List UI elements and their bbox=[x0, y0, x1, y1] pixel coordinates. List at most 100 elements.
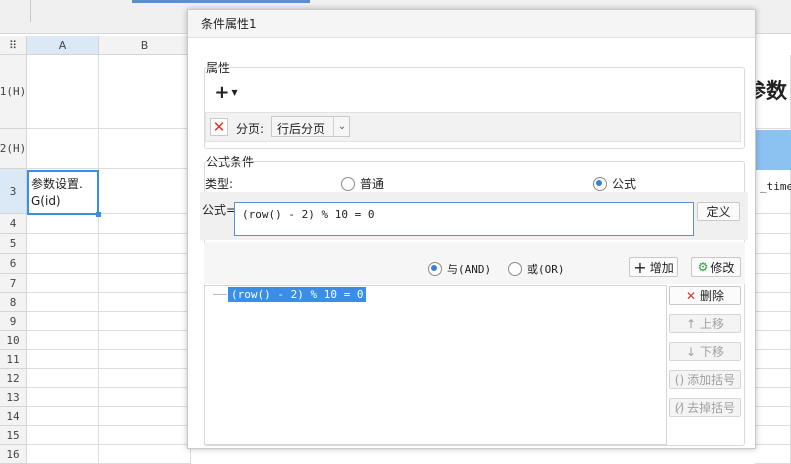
sheet-cell[interactable] bbox=[755, 426, 791, 445]
logic-radio-or[interactable]: 或(OR) bbox=[508, 261, 565, 277]
sheet-cell[interactable] bbox=[755, 407, 791, 426]
add-property-button[interactable]: + ▼ bbox=[211, 82, 241, 103]
modify-button[interactable]: ⚙ 修改 bbox=[691, 257, 741, 277]
define-button[interactable]: 定义 bbox=[697, 202, 740, 221]
sheet-cell[interactable] bbox=[755, 293, 791, 312]
sheet-cell[interactable] bbox=[99, 350, 191, 369]
type-radio-formula[interactable]: 公式 bbox=[593, 175, 636, 192]
formula-input[interactable]: (row() - 2) % 10 = 0 bbox=[234, 202, 694, 236]
plus-icon: + bbox=[633, 257, 647, 277]
sheet-cell[interactable] bbox=[27, 445, 99, 464]
sheet-cell[interactable] bbox=[27, 369, 99, 388]
sheet-cell[interactable] bbox=[27, 293, 99, 312]
sheet-cell[interactable] bbox=[27, 388, 99, 407]
condition-list[interactable]: (row() - 2) % 10 = 0 bbox=[204, 285, 667, 445]
toolbar-divider bbox=[30, 0, 31, 22]
sheet-cell[interactable] bbox=[755, 445, 791, 464]
sheet-cell[interactable] bbox=[27, 426, 99, 445]
logic-or-label: 或(OR) bbox=[527, 263, 565, 276]
sheet-cell[interactable] bbox=[27, 214, 99, 234]
sheet-cell[interactable] bbox=[27, 350, 99, 369]
sheet-cell[interactable] bbox=[99, 129, 191, 169]
add-condition-label: 增加 bbox=[649, 260, 674, 275]
type-radio-normal[interactable]: 普通 bbox=[341, 175, 384, 192]
tree-line bbox=[213, 294, 227, 295]
sheet-cell[interactable] bbox=[99, 214, 191, 234]
modify-label: 修改 bbox=[710, 260, 735, 275]
cell-a3[interactable]: 参数设置. G(id) bbox=[27, 170, 99, 215]
remove-property-icon[interactable]: ✕ bbox=[210, 118, 228, 136]
radio-icon bbox=[341, 176, 355, 191]
sheet-cell[interactable] bbox=[27, 55, 99, 129]
row-header[interactable]: 14 bbox=[0, 407, 27, 426]
chevron-down-icon: ▼ bbox=[231, 88, 238, 97]
sheet-cell[interactable] bbox=[99, 426, 191, 445]
row-header[interactable]: 10 bbox=[0, 331, 27, 350]
sheet-cell[interactable] bbox=[99, 369, 191, 388]
sheet-cell[interactable] bbox=[99, 169, 191, 214]
sheet-cell[interactable] bbox=[27, 234, 99, 254]
sheet-cell[interactable] bbox=[755, 274, 791, 293]
row-header[interactable]: 13 bbox=[0, 388, 27, 407]
type-label: 类型: bbox=[205, 177, 234, 191]
logic-and-label: 与(AND) bbox=[447, 263, 492, 276]
move-up-button[interactable]: ↑ 上移 bbox=[669, 314, 741, 333]
row-header[interactable]: 4 bbox=[0, 214, 27, 234]
sheet-cell[interactable] bbox=[99, 388, 191, 407]
sheet-cell[interactable] bbox=[99, 445, 191, 464]
row-header[interactable]: 12 bbox=[0, 369, 27, 388]
row-header[interactable]: 6 bbox=[0, 254, 27, 274]
chevron-down-icon: ⌄ bbox=[333, 117, 350, 136]
sheet-cell[interactable] bbox=[99, 293, 191, 312]
sheet-cell[interactable] bbox=[99, 312, 191, 331]
radio-selected-icon bbox=[428, 262, 442, 276]
row-header[interactable]: 2(H) bbox=[0, 129, 27, 169]
paging-select-value: 行后分页 bbox=[277, 122, 326, 136]
sheet-cell[interactable] bbox=[99, 274, 191, 293]
add-condition-button[interactable]: + 增加 bbox=[629, 257, 678, 277]
move-down-button[interactable]: ↓ 下移 bbox=[669, 342, 741, 361]
sheet-cell[interactable] bbox=[99, 55, 191, 129]
sheet-cell[interactable] bbox=[755, 369, 791, 388]
column-header-b[interactable]: B bbox=[99, 36, 191, 55]
sheet-cell[interactable] bbox=[27, 274, 99, 293]
logic-radio-and[interactable]: 与(AND) bbox=[428, 261, 491, 277]
row-header[interactable]: 8 bbox=[0, 293, 27, 312]
sheet-cell[interactable] bbox=[755, 350, 791, 369]
row-header[interactable]: 15 bbox=[0, 426, 27, 445]
sheet-cell[interactable] bbox=[99, 234, 191, 254]
remove-bracket-label: 去掉括号 bbox=[687, 401, 736, 415]
sheet-cell[interactable] bbox=[27, 254, 99, 274]
formula-label: 公式= bbox=[202, 203, 237, 217]
sheet-cell[interactable] bbox=[27, 331, 99, 350]
sheet-cell[interactable] bbox=[99, 254, 191, 274]
sheet-cell[interactable] bbox=[755, 214, 791, 234]
row-header[interactable]: 7 bbox=[0, 274, 27, 293]
column-header-a[interactable]: A bbox=[27, 36, 99, 55]
row-header[interactable]: 11 bbox=[0, 350, 27, 369]
sheet-cell[interactable] bbox=[99, 331, 191, 350]
row-header[interactable]: 5 bbox=[0, 234, 27, 254]
add-bracket-button[interactable]: () 添加括号 bbox=[669, 370, 741, 389]
fill-handle[interactable] bbox=[96, 212, 101, 217]
row-header[interactable]: 16 bbox=[0, 445, 27, 464]
sheet-cell[interactable] bbox=[755, 254, 791, 274]
row-header[interactable]: 1(H) bbox=[0, 55, 27, 129]
paging-select[interactable]: 行后分页 ⌄ bbox=[271, 116, 350, 137]
sheet-cell[interactable] bbox=[755, 234, 791, 254]
row-header[interactable]: 3 bbox=[0, 169, 27, 214]
sheet-cell[interactable] bbox=[755, 388, 791, 407]
remove-bracket-button[interactable]: ()̸ 去掉括号 bbox=[669, 398, 741, 417]
radio-icon bbox=[508, 262, 522, 276]
sheet-cell[interactable] bbox=[27, 129, 99, 169]
delete-button[interactable]: ✕ 删除 bbox=[669, 286, 741, 305]
sheet-cell[interactable] bbox=[755, 312, 791, 331]
sheet-cell[interactable] bbox=[27, 407, 99, 426]
dialog-title: 条件属性1 bbox=[188, 10, 755, 38]
sheet-cell[interactable] bbox=[27, 312, 99, 331]
select-all-corner[interactable]: ⠿ bbox=[0, 36, 27, 55]
condition-item[interactable]: (row() - 2) % 10 = 0 bbox=[228, 287, 367, 302]
sheet-cell[interactable] bbox=[755, 331, 791, 350]
row-header[interactable]: 9 bbox=[0, 312, 27, 331]
sheet-cell[interactable] bbox=[99, 407, 191, 426]
